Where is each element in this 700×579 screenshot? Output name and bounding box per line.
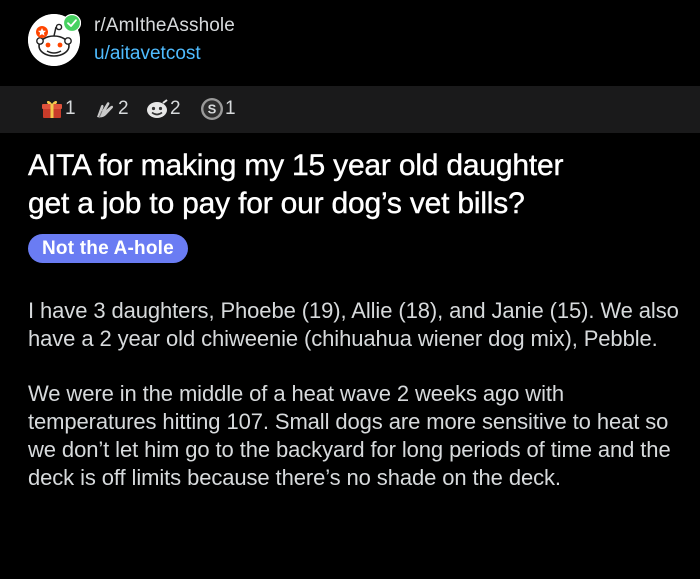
award-gift-count: 1 (65, 98, 76, 119)
award-hands-count: 2 (118, 98, 129, 119)
award-silver[interactable]: S 1 (200, 96, 236, 122)
gift-award-icon (42, 100, 62, 118)
author-username[interactable]: u/aitavetcost (94, 43, 201, 65)
subreddit-name[interactable]: r/AmItheAsshole (94, 15, 235, 37)
svg-text:S: S (208, 102, 217, 117)
post-paragraph-1: I have 3 daughters, Phoebe (19), Allie (… (28, 298, 679, 351)
face-award-icon (147, 99, 168, 118)
award-face[interactable]: 2 (145, 96, 181, 122)
checkmark-badge-icon (63, 14, 81, 32)
post-title[interactable]: AITA for making my 15 year old daughter … (28, 147, 678, 223)
post-paragraph-2: We were in the middle of a heat wave 2 w… (28, 381, 671, 490)
awards-bar: 1 2 2 S 1 (0, 86, 700, 133)
award-gift[interactable]: 1 (40, 96, 76, 122)
silver-s-award-icon: S (201, 98, 223, 120)
post-title-line-1: AITA for making my 15 year old daughter (28, 149, 564, 182)
post-body: I have 3 daughters, Phoebe (19), Allie (… (28, 297, 688, 519)
post-title-line-2: get a job to pay for our dog’s vet bills… (28, 187, 525, 220)
post-flair[interactable]: Not the A-hole (28, 234, 188, 263)
award-hands[interactable]: 2 (93, 96, 129, 122)
hands-award-icon (97, 102, 114, 119)
award-silver-count: 1 (225, 98, 236, 119)
award-face-count: 2 (170, 98, 181, 119)
post-header: r/AmItheAsshole u/aitavetcost (28, 14, 688, 76)
